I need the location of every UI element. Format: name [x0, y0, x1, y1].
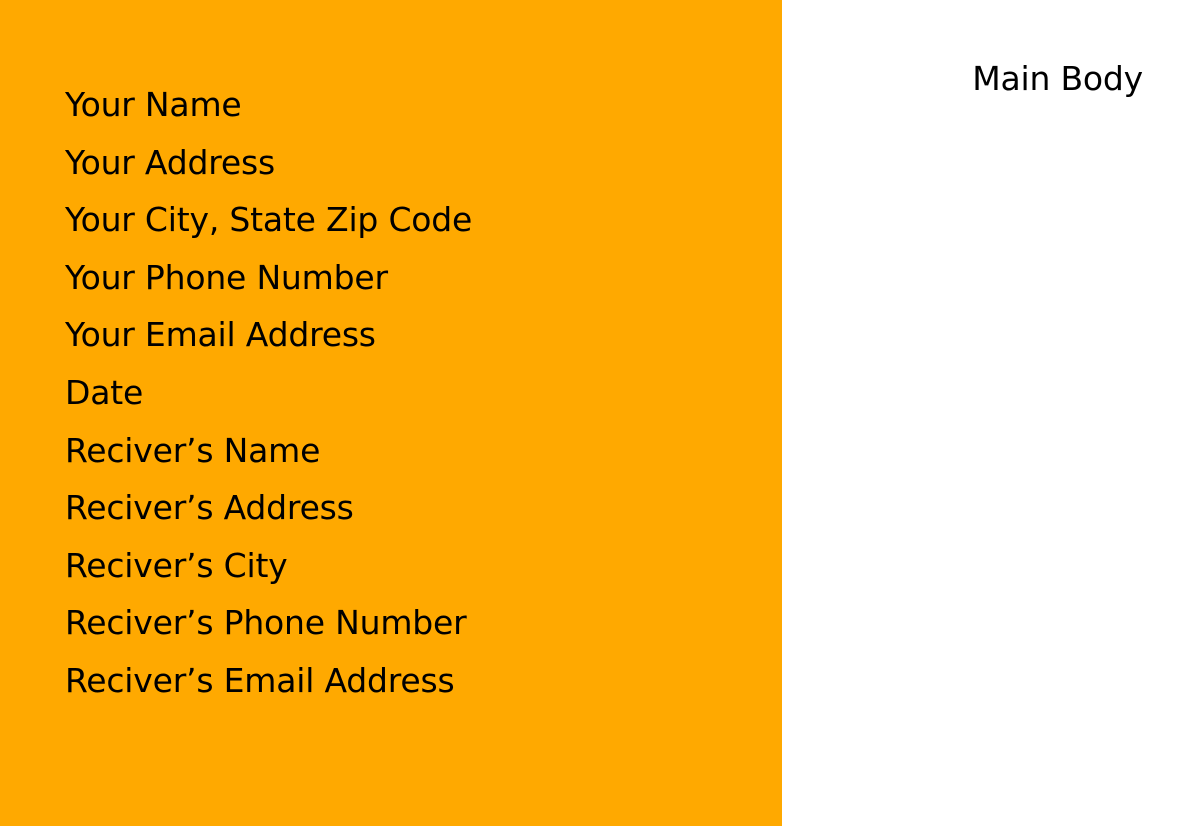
receiver-phone: Reciver’s Phone Number [65, 603, 467, 643]
sender-city-state-zip: Your City, State Zip Code [65, 200, 473, 240]
main-body-heading: Main Body [972, 59, 1143, 98]
sender-email: Your Email Address [65, 315, 376, 355]
address-block: Your Name Your Address Your City, State … [65, 83, 472, 717]
letter-date: Date [65, 372, 144, 412]
receiver-city: Reciver’s City [65, 545, 288, 585]
receiver-address: Reciver’s Address [65, 488, 354, 528]
sender-phone: Your Phone Number [65, 257, 388, 297]
sender-name: Your Name [65, 85, 242, 124]
receiver-email: Reciver’s Email Address [65, 660, 455, 700]
sender-address: Your Address [65, 142, 275, 182]
letter-header-panel: Your Name Your Address Your City, State … [0, 0, 782, 826]
receiver-name: Reciver’s Name [65, 430, 321, 470]
